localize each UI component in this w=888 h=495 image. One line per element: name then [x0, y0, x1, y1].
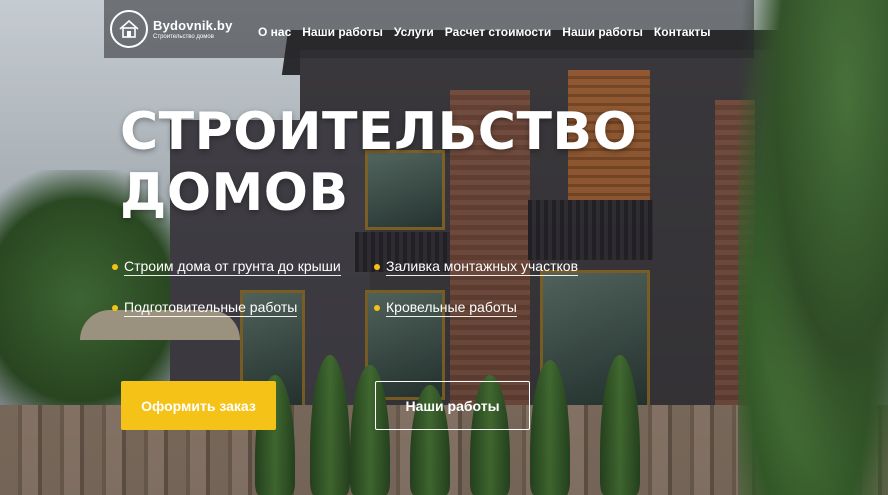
feature-item[interactable]: Строим дома от грунта до крыши: [112, 258, 341, 276]
nav-item-contacts[interactable]: Контакты: [654, 25, 711, 39]
feature-label: Кровельные работы: [386, 299, 517, 317]
feature-item[interactable]: Кровельные работы: [374, 299, 517, 317]
feature-item[interactable]: Подготовительные работы: [112, 299, 298, 317]
hero-title-line2: ДОМОВ: [120, 163, 349, 223]
nav-item-about[interactable]: О нас: [258, 25, 291, 39]
feature-label: Заливка монтажных участков: [386, 258, 579, 276]
nav-item-services[interactable]: Услуги: [394, 25, 434, 39]
nav-item-our-works[interactable]: Наши работы: [302, 25, 383, 39]
brand-name: Bydovnik.by: [153, 18, 233, 33]
main-nav: О нас Наши работы Услуги Расчет стоимост…: [258, 25, 722, 39]
brand-logo[interactable]: Bydovnik.by Строительство домов: [110, 10, 233, 48]
feature-label: Подготовительные работы: [124, 299, 298, 317]
nav-item-our-works-2[interactable]: Наши работы: [562, 25, 643, 39]
bullet-dot-icon: [112, 305, 118, 311]
bullet-dot-icon: [374, 305, 380, 311]
feature-item[interactable]: Заливка монтажных участков: [374, 258, 579, 276]
bullet-dot-icon: [374, 264, 380, 270]
bullet-dot-icon: [112, 264, 118, 270]
brand-tagline: Строительство домов: [153, 34, 214, 40]
hero-title: СТРОИТЕЛЬСТВО ДОМОВ: [120, 102, 637, 224]
house-icon: [110, 10, 148, 48]
hero-title-line1: СТРОИТЕЛЬСТВО: [120, 102, 638, 162]
site-header: Bydovnik.by Строительство домов О нас На…: [0, 0, 888, 60]
brand-text: Bydovnik.by Строительство домов: [153, 18, 233, 40]
our-works-button[interactable]: Наши работы: [375, 381, 530, 430]
nav-item-cost-calc[interactable]: Расчет стоимости: [445, 25, 552, 39]
order-button[interactable]: Оформить заказ: [121, 381, 276, 430]
feature-label: Строим дома от грунта до крыши: [124, 258, 341, 276]
